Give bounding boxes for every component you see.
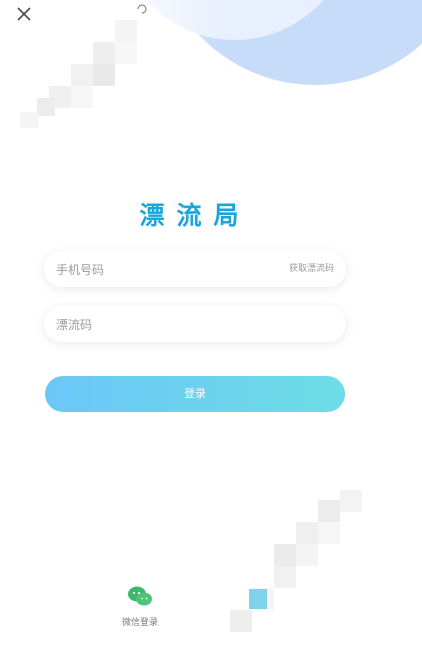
wechat-login-button[interactable]: 微信登录: [110, 585, 170, 635]
phone-field[interactable]: 获取漂流码: [44, 251, 346, 289]
wechat-login-label: 微信登录: [121, 618, 158, 628]
refresh-icon: [136, 3, 148, 15]
code-input[interactable]: [54, 306, 278, 344]
mosaic-decoration-top: [20, 20, 160, 130]
other-login-button[interactable]: [228, 585, 288, 635]
app-title: 漂流局: [139, 201, 251, 230]
login-button[interactable]: 登录: [45, 376, 345, 412]
code-field[interactable]: [44, 306, 346, 344]
wechat-icon: [128, 586, 152, 606]
login-screen: 漂流局 获取漂流码 登录 微信登录: [0, 0, 422, 667]
close-icon: [17, 7, 31, 21]
app-icon: [249, 589, 267, 609]
close-button[interactable]: [10, 3, 38, 25]
get-code-link[interactable]: 获取漂流码: [289, 251, 334, 287]
phone-input[interactable]: [54, 251, 278, 289]
